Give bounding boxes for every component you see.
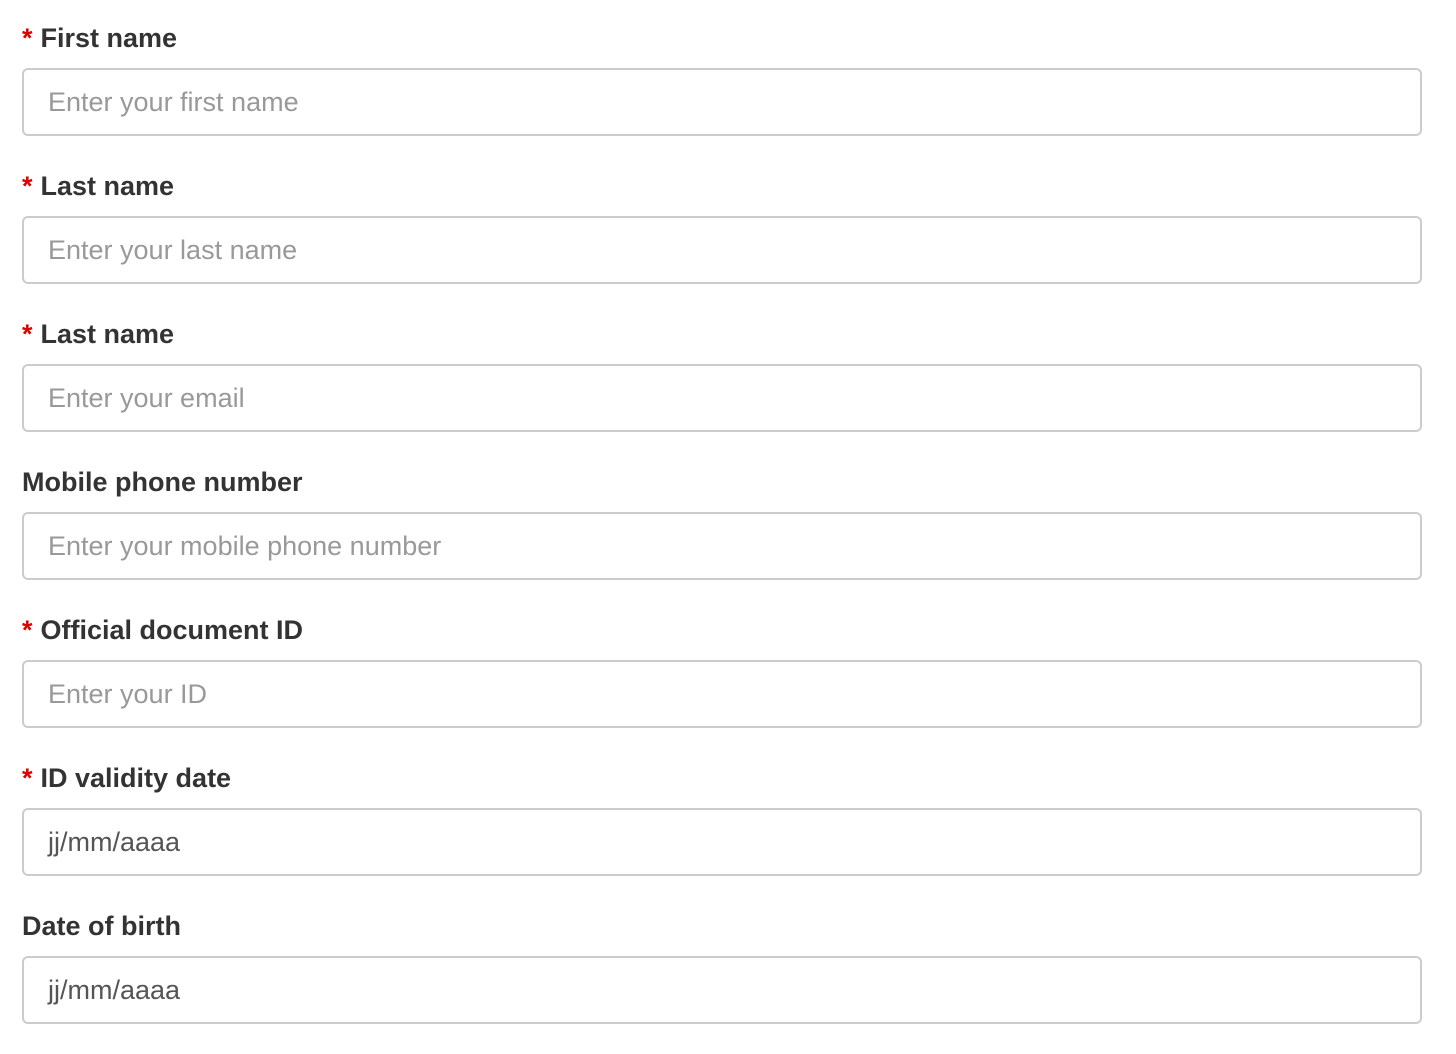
email-field: * Last name [22, 318, 1422, 432]
last-name-label: * Last name [22, 170, 1422, 202]
first-name-field: * First name [22, 22, 1422, 136]
id-validity-date-input[interactable]: jj/mm/aaaa [22, 808, 1422, 876]
first-name-label: * First name [22, 22, 1422, 54]
mobile-phone-input[interactable] [22, 512, 1422, 580]
document-id-label: * Official document ID [22, 614, 1422, 646]
id-validity-date-value: jj/mm/aaaa [48, 826, 181, 857]
id-validity-date-label-text: ID validity date [40, 763, 232, 793]
mobile-phone-label: Mobile phone number [22, 466, 1422, 498]
date-of-birth-value: jj/mm/aaaa [48, 974, 181, 1005]
id-validity-date-label: * ID validity date [22, 762, 1422, 794]
email-label: * Last name [22, 318, 1422, 350]
document-id-input[interactable] [22, 660, 1422, 728]
required-marker: * [22, 23, 33, 53]
email-label-text: Last name [40, 319, 175, 349]
id-validity-date-field: * ID validity date jj/mm/aaaa [22, 762, 1422, 876]
date-of-birth-label: Date of birth [22, 910, 1422, 942]
last-name-label-text: Last name [40, 171, 175, 201]
first-name-label-text: First name [40, 23, 178, 53]
date-of-birth-input[interactable]: jj/mm/aaaa [22, 956, 1422, 1024]
date-of-birth-label-text: Date of birth [22, 911, 181, 941]
date-of-birth-field: Date of birth jj/mm/aaaa [22, 910, 1422, 1024]
first-name-input[interactable] [22, 68, 1422, 136]
last-name-input[interactable] [22, 216, 1422, 284]
required-marker: * [22, 615, 33, 645]
mobile-phone-field: Mobile phone number [22, 466, 1422, 580]
required-marker: * [22, 171, 33, 201]
required-marker: * [22, 763, 33, 793]
last-name-field: * Last name [22, 170, 1422, 284]
mobile-phone-label-text: Mobile phone number [22, 467, 303, 497]
email-input[interactable] [22, 364, 1422, 432]
document-id-field: * Official document ID [22, 614, 1422, 728]
registration-form: *First name *Last name *Last name Mobile… [0, 0, 1456, 1054]
required-marker: * [22, 319, 33, 349]
document-id-label-text: Official document ID [40, 615, 304, 645]
